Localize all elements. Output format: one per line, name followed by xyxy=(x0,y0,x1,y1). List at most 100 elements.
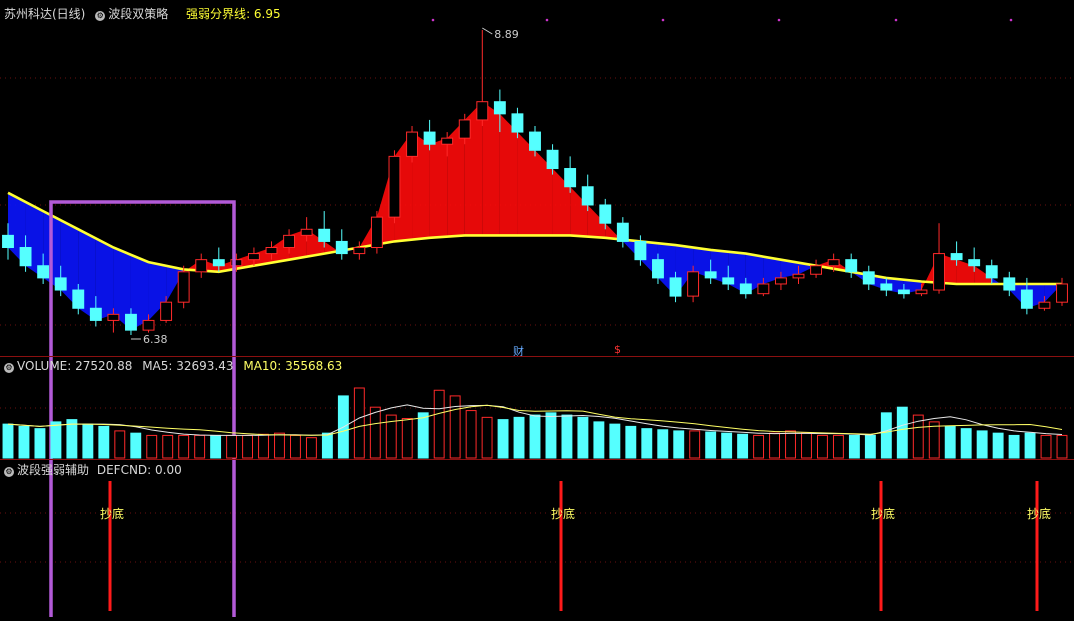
candle-body xyxy=(845,259,858,273)
candle-body xyxy=(687,271,700,297)
candle-body xyxy=(160,301,173,321)
candle-body xyxy=(722,277,735,285)
candle xyxy=(1056,277,1068,306)
candle-body xyxy=(652,259,664,279)
volume-label: VOLUME xyxy=(17,359,68,373)
volume-bar xyxy=(18,425,30,459)
volume-bar xyxy=(785,430,796,459)
candle xyxy=(335,229,348,260)
candle xyxy=(177,265,190,309)
strategy-name[interactable]: 波段双策略 xyxy=(108,7,168,21)
candle-body xyxy=(950,253,963,261)
money-marker[interactable]: $ xyxy=(614,343,621,356)
volume-bar xyxy=(689,430,701,459)
volume-bar xyxy=(1008,434,1020,459)
signal-label: 抄底 xyxy=(1027,506,1051,521)
candle-body xyxy=(177,271,190,303)
candle-body xyxy=(2,234,14,249)
candle-body xyxy=(212,259,225,267)
threshold-label: 强弱分界线 xyxy=(186,7,247,21)
top-dot-5 xyxy=(1009,18,1013,22)
volume-bar xyxy=(369,406,381,459)
candle-body xyxy=(880,283,893,291)
candle-body xyxy=(968,259,981,267)
kline-chart-area[interactable]: 8.89 6.38 抄底 抄底 抄底 抄底 苏州科达(日线) ⚙ 波段双策略 强弱分界线: … xyxy=(0,0,1074,621)
volume-bar xyxy=(481,416,493,459)
candle-body xyxy=(1056,283,1068,303)
volume-bar xyxy=(609,423,621,459)
volume-bar xyxy=(66,419,78,459)
volume-bar xyxy=(321,432,333,459)
candle xyxy=(810,259,823,278)
volume-settings-icon[interactable]: ⚙ xyxy=(4,363,14,373)
volume-bar xyxy=(721,432,733,459)
volume-bar xyxy=(657,429,669,459)
volume-bar xyxy=(529,414,541,459)
volume-bar xyxy=(194,434,206,459)
volume-bar xyxy=(705,431,717,459)
candle-body xyxy=(581,186,594,206)
volume-bar xyxy=(242,434,253,459)
candle-body xyxy=(283,234,296,249)
volume-bar xyxy=(146,434,158,459)
candle-body xyxy=(897,289,910,295)
signal-label: 抄底 xyxy=(551,506,575,521)
volume-bar xyxy=(130,432,142,459)
defcnd-label: DEFCND xyxy=(96,463,148,477)
candle-body xyxy=(142,319,155,331)
volume-bar xyxy=(864,434,876,459)
volume-bar xyxy=(2,423,14,459)
defcnd-value: 0.00 xyxy=(155,463,182,477)
candle-body xyxy=(774,277,787,285)
candle-body xyxy=(458,119,471,139)
candle-body xyxy=(406,131,418,157)
volume-bar xyxy=(769,432,780,459)
indicator-settings-icon[interactable]: ⚙ xyxy=(4,467,14,477)
top-dot-2 xyxy=(661,18,665,22)
price-annotation-label: 8.89 xyxy=(494,28,519,41)
candle-body xyxy=(72,289,85,309)
candle-body xyxy=(476,101,489,121)
indicator-panel-header: ⚙ 波段强弱辅助 DEFCND: 0.00 xyxy=(4,463,182,477)
volume-bar xyxy=(417,412,429,459)
stock-title[interactable]: 苏州科达(日线) xyxy=(4,7,85,21)
candle-body xyxy=(318,228,331,242)
volume-bar xyxy=(976,430,988,459)
ma5-value: 32693.43 xyxy=(176,359,234,373)
volume-bar xyxy=(210,434,222,459)
candle-body xyxy=(89,307,102,321)
volume-bar xyxy=(561,414,573,459)
volume-bar xyxy=(178,434,190,459)
trend-band-segment xyxy=(429,138,448,238)
volume-bar xyxy=(753,434,765,459)
ma10-label: MA10 xyxy=(243,359,278,373)
candle-body xyxy=(810,265,823,275)
panel-separator-bottom xyxy=(0,459,1074,460)
volume-bar xyxy=(577,416,589,459)
candle-body xyxy=(564,168,577,188)
indicator-name: 波段强弱辅助 xyxy=(17,463,90,477)
candle-body xyxy=(388,155,401,218)
candle-body xyxy=(353,247,366,255)
candle-body xyxy=(54,277,67,291)
chart-canvas[interactable]: 8.89 6.38 抄底 抄底 抄底 抄底 xyxy=(0,0,1074,621)
candle xyxy=(862,265,875,291)
candle-body xyxy=(19,247,32,267)
panel-separator-top xyxy=(0,356,1074,357)
volume-bar xyxy=(848,434,860,459)
volume-bar xyxy=(433,389,445,459)
candle-body xyxy=(827,259,840,267)
volume-bar xyxy=(625,425,637,459)
volume-bar xyxy=(226,434,238,459)
candle-body xyxy=(757,283,770,295)
volume-bar xyxy=(98,425,110,459)
candle xyxy=(370,211,383,254)
volume-bar xyxy=(673,430,685,459)
volume-bar xyxy=(832,434,844,459)
volume-bar xyxy=(34,428,46,459)
volume-bar xyxy=(817,434,828,459)
signal-label: 抄底 xyxy=(100,506,124,521)
candle-body xyxy=(493,101,506,115)
volume-bar xyxy=(801,432,812,459)
strategy-settings-icon[interactable]: ⚙ xyxy=(95,11,106,21)
